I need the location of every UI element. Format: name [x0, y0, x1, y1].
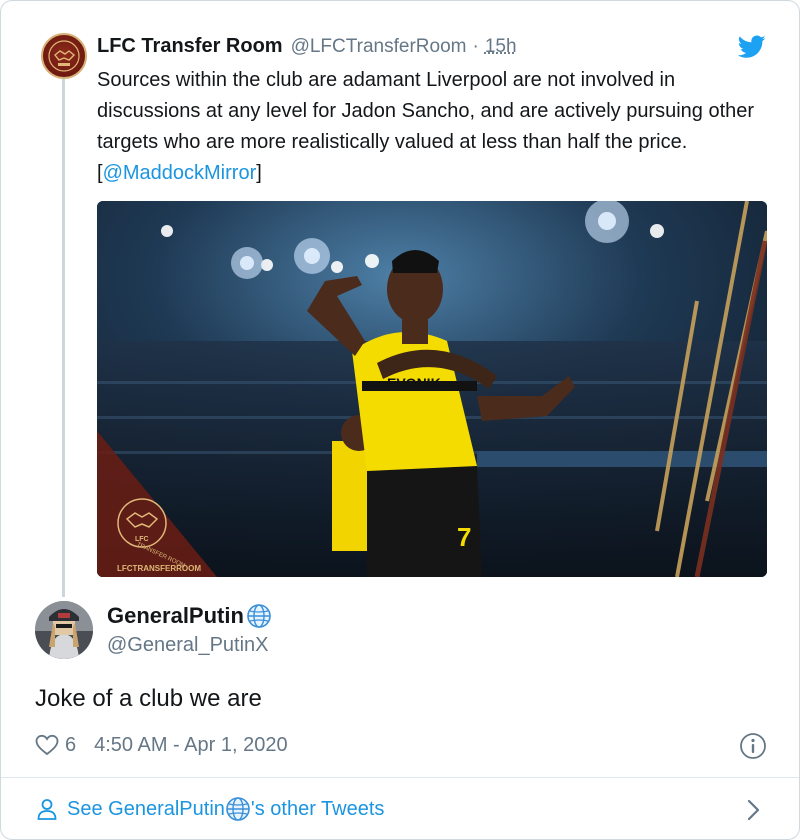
avatar-image — [35, 601, 93, 659]
shirt-sponsor: EVONIK — [387, 375, 441, 391]
tweet-photo[interactable]: EVONIK 7 LFC TRANSFER ROOM LFCTRANSFERRO… — [97, 201, 767, 577]
parent-tweet-time[interactable]: 15h — [485, 36, 517, 58]
reply-tweet-text: Joke of a club we are — [35, 685, 262, 712]
reply-author-name[interactable]: GeneralPutin — [107, 603, 244, 629]
parent-author-name[interactable]: LFC Transfer Room — [97, 35, 283, 58]
chevron-right-icon[interactable] — [745, 797, 763, 823]
watermark-bottom: LFCTRANSFERROOM — [117, 564, 201, 573]
parent-text-tail: ] — [256, 162, 262, 184]
tweet-meta-row: 6 4:50 AM - Apr 1, 2020 — [35, 732, 288, 758]
parent-tweet-header: LFC Transfer Room @LFCTransferRoom · 15h — [97, 35, 517, 59]
twitter-bird-icon[interactable] — [738, 35, 766, 59]
parent-author-avatar[interactable] — [41, 33, 87, 79]
see-other-tweets-suffix: 's other Tweets — [250, 797, 385, 820]
reply-author-handle[interactable]: @General_PutinX — [107, 634, 269, 657]
parent-tweet-text: Sources within the club are adamant Live… — [97, 65, 777, 189]
see-other-tweets-link[interactable]: See GeneralPutin 's other Tweets — [35, 795, 384, 823]
parent-author-handle[interactable]: @LFCTransferRoom — [291, 36, 467, 58]
tweet-timestamp[interactable]: 4:50 AM - Apr 1, 2020 — [94, 734, 287, 757]
globe-icon — [247, 604, 271, 628]
lfc-transfer-room-logo-icon — [48, 40, 80, 72]
mention-link[interactable]: @MaddockMirror — [103, 162, 257, 184]
globe-icon — [226, 797, 250, 821]
reply-author-name-row[interactable]: GeneralPutin — [107, 603, 272, 629]
player-celebration-image: EVONIK 7 LFC TRANSFER ROOM LFCTRANSFERRO… — [97, 201, 767, 577]
shirt-number: 7 — [457, 522, 471, 552]
heart-icon[interactable] — [35, 734, 59, 756]
thread-line — [62, 77, 65, 597]
header-separator: · — [472, 36, 479, 57]
info-icon[interactable] — [739, 732, 767, 760]
see-other-tweets-prefix: See GeneralPutin — [67, 797, 225, 820]
reply-author-avatar[interactable] — [35, 601, 93, 659]
like-count[interactable]: 6 — [65, 734, 76, 757]
footer-divider — [1, 777, 799, 778]
embedded-tweet-card: LFC Transfer Room @LFCTransferRoom · 15h… — [0, 0, 800, 840]
person-icon — [37, 799, 57, 820]
